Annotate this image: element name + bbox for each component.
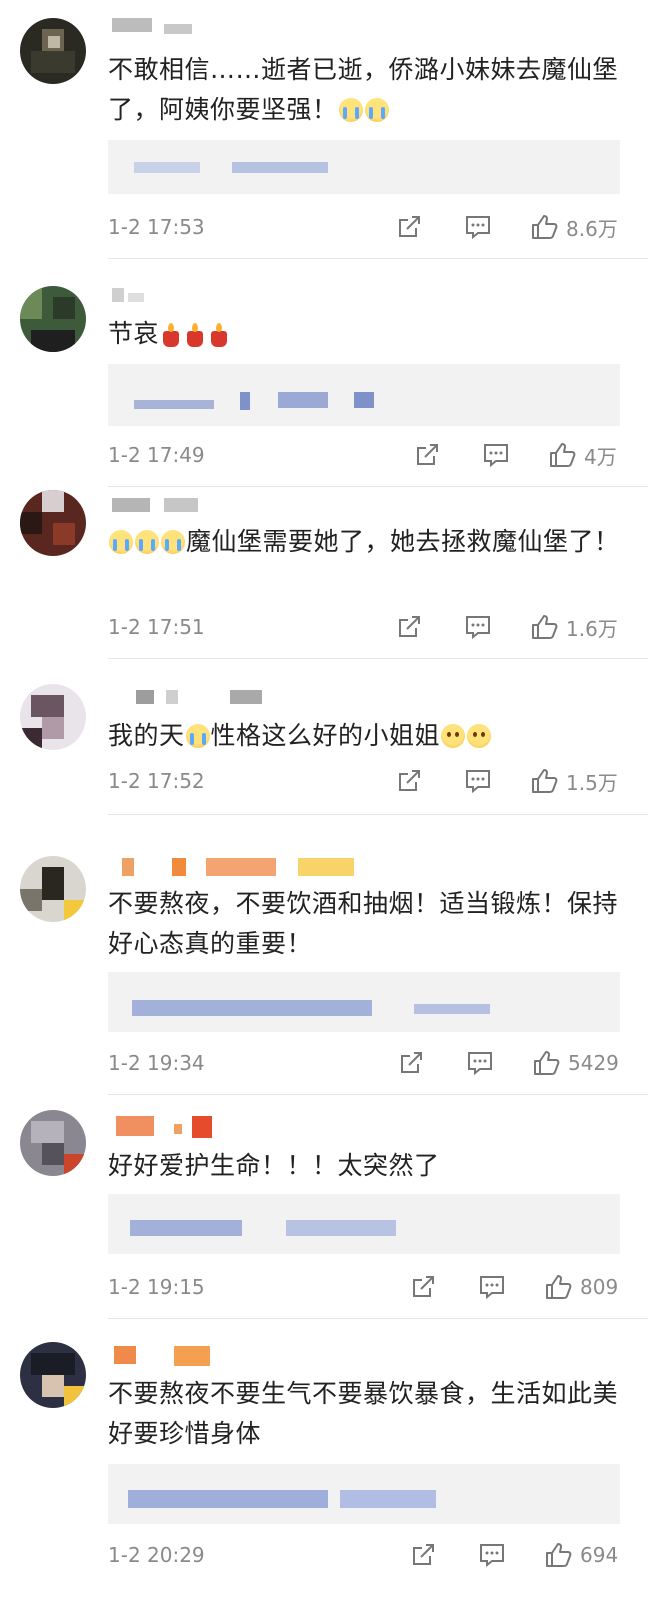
- candle-icon: [184, 321, 206, 347]
- avatar[interactable]: [20, 1342, 86, 1408]
- crying-face-icon: [364, 98, 389, 122]
- avatar[interactable]: [20, 856, 86, 922]
- candle-icon: [208, 321, 230, 347]
- crying-face-icon: [109, 530, 133, 554]
- like-count: 694: [580, 1543, 619, 1567]
- divider: [108, 814, 648, 815]
- share-button[interactable]: [396, 612, 422, 642]
- comment-button[interactable]: [482, 440, 510, 470]
- share-icon: [401, 1052, 422, 1073]
- like-count: 809: [580, 1275, 619, 1299]
- comment-text: 节哀: [108, 314, 628, 354]
- comment-icon: [484, 444, 508, 468]
- reply-preview-blurred[interactable]: [108, 972, 620, 1032]
- share-button[interactable]: [410, 1272, 436, 1302]
- comment-button[interactable]: [464, 612, 492, 642]
- share-button[interactable]: [414, 440, 440, 470]
- comment-text: 不要熬夜不要生气不要暴饮暴食，生活如此美好要珍惜身体: [108, 1379, 619, 1448]
- comment-icon: [466, 770, 490, 794]
- share-icon: [399, 216, 420, 237]
- comment-text: 好好爱护生命！！！太突然了: [108, 1151, 440, 1180]
- reply-preview-blurred[interactable]: [108, 140, 620, 194]
- comment-time: 1-2 17:53: [108, 215, 205, 239]
- crying-face-icon: [135, 530, 159, 554]
- like-count: 5429: [568, 1051, 619, 1075]
- like-button[interactable]: 1.6万: [530, 612, 618, 642]
- divider: [108, 486, 648, 487]
- divider: [108, 258, 648, 259]
- candle-icon: [160, 321, 182, 347]
- comment-button[interactable]: [478, 1540, 506, 1570]
- comment-time: 1-2 19:15: [108, 1275, 205, 1299]
- like-count: 1.5万: [566, 770, 618, 795]
- comment-icon: [466, 216, 490, 240]
- comment-icon: [466, 616, 490, 640]
- comment-button[interactable]: [464, 766, 492, 796]
- comment-text: 不要熬夜，不要饮酒和抽烟！适当锻炼！保持好心态真的重要！: [108, 889, 619, 958]
- avatar[interactable]: [20, 684, 86, 750]
- crying-face-icon: [185, 724, 210, 748]
- like-button[interactable]: 1.5万: [530, 766, 618, 796]
- comment-time: 1-2 17:51: [108, 615, 205, 639]
- share-button[interactable]: [396, 212, 422, 242]
- share-icon: [399, 616, 420, 637]
- reply-preview-blurred[interactable]: [108, 1464, 620, 1524]
- like-count: 8.6万: [566, 216, 618, 241]
- comment-button[interactable]: [478, 1272, 506, 1302]
- share-button[interactable]: [410, 1540, 436, 1570]
- comment-icon: [480, 1544, 504, 1568]
- avatar[interactable]: [20, 490, 86, 556]
- share-icon: [413, 1276, 434, 1297]
- thumbs-up-icon: [534, 1051, 560, 1075]
- pleading-face-icon: [441, 724, 466, 748]
- crying-face-icon: [338, 98, 363, 122]
- divider: [108, 658, 648, 659]
- crying-face-icon: [161, 530, 185, 554]
- thumbs-up-icon: [532, 769, 558, 793]
- like-button[interactable]: 5429: [532, 1048, 619, 1078]
- like-button[interactable]: 694: [544, 1540, 618, 1570]
- like-count: 4万: [584, 444, 617, 469]
- like-count: 1.6万: [566, 616, 618, 641]
- comment-icon: [468, 1052, 492, 1076]
- share-icon: [413, 1544, 434, 1565]
- comment-icon: [480, 1276, 504, 1300]
- share-icon: [399, 770, 420, 791]
- comment-button[interactable]: [466, 1048, 494, 1078]
- pleading-face-icon: [467, 724, 492, 748]
- thumbs-up-icon: [532, 615, 558, 639]
- avatar[interactable]: [20, 286, 86, 352]
- like-button[interactable]: 8.6万: [530, 212, 618, 242]
- divider: [108, 1094, 648, 1095]
- reply-preview-blurred[interactable]: [108, 364, 620, 426]
- share-icon: [417, 444, 438, 465]
- thumbs-up-icon: [546, 1275, 572, 1299]
- like-button[interactable]: 809: [544, 1272, 618, 1302]
- share-button[interactable]: [398, 1048, 424, 1078]
- comment-text: 魔仙堡需要她了，她去拯救魔仙堡了！: [108, 522, 628, 562]
- reply-preview-blurred[interactable]: [108, 1194, 620, 1254]
- thumbs-up-icon: [546, 1543, 572, 1567]
- comment-time: 1-2 19:34: [108, 1051, 205, 1075]
- comment-button[interactable]: [464, 212, 492, 242]
- comment-time: 1-2 17:49: [108, 443, 205, 467]
- divider: [108, 1318, 648, 1319]
- comment-text: 我的天 性格这么好的小姐姐: [108, 716, 628, 756]
- comment-time: 1-2 17:52: [108, 769, 205, 793]
- like-button[interactable]: 4万: [548, 440, 617, 470]
- comment-time: 1-2 20:29: [108, 1543, 205, 1567]
- share-button[interactable]: [396, 766, 422, 796]
- thumbs-up-icon: [532, 215, 558, 239]
- thumbs-up-icon: [550, 443, 576, 467]
- avatar[interactable]: [20, 18, 86, 84]
- avatar[interactable]: [20, 1110, 86, 1176]
- comment-text: 不敢相信……逝者已逝，侨潞小妹妹去魔仙堡了，阿姨你要坚强！: [108, 55, 619, 124]
